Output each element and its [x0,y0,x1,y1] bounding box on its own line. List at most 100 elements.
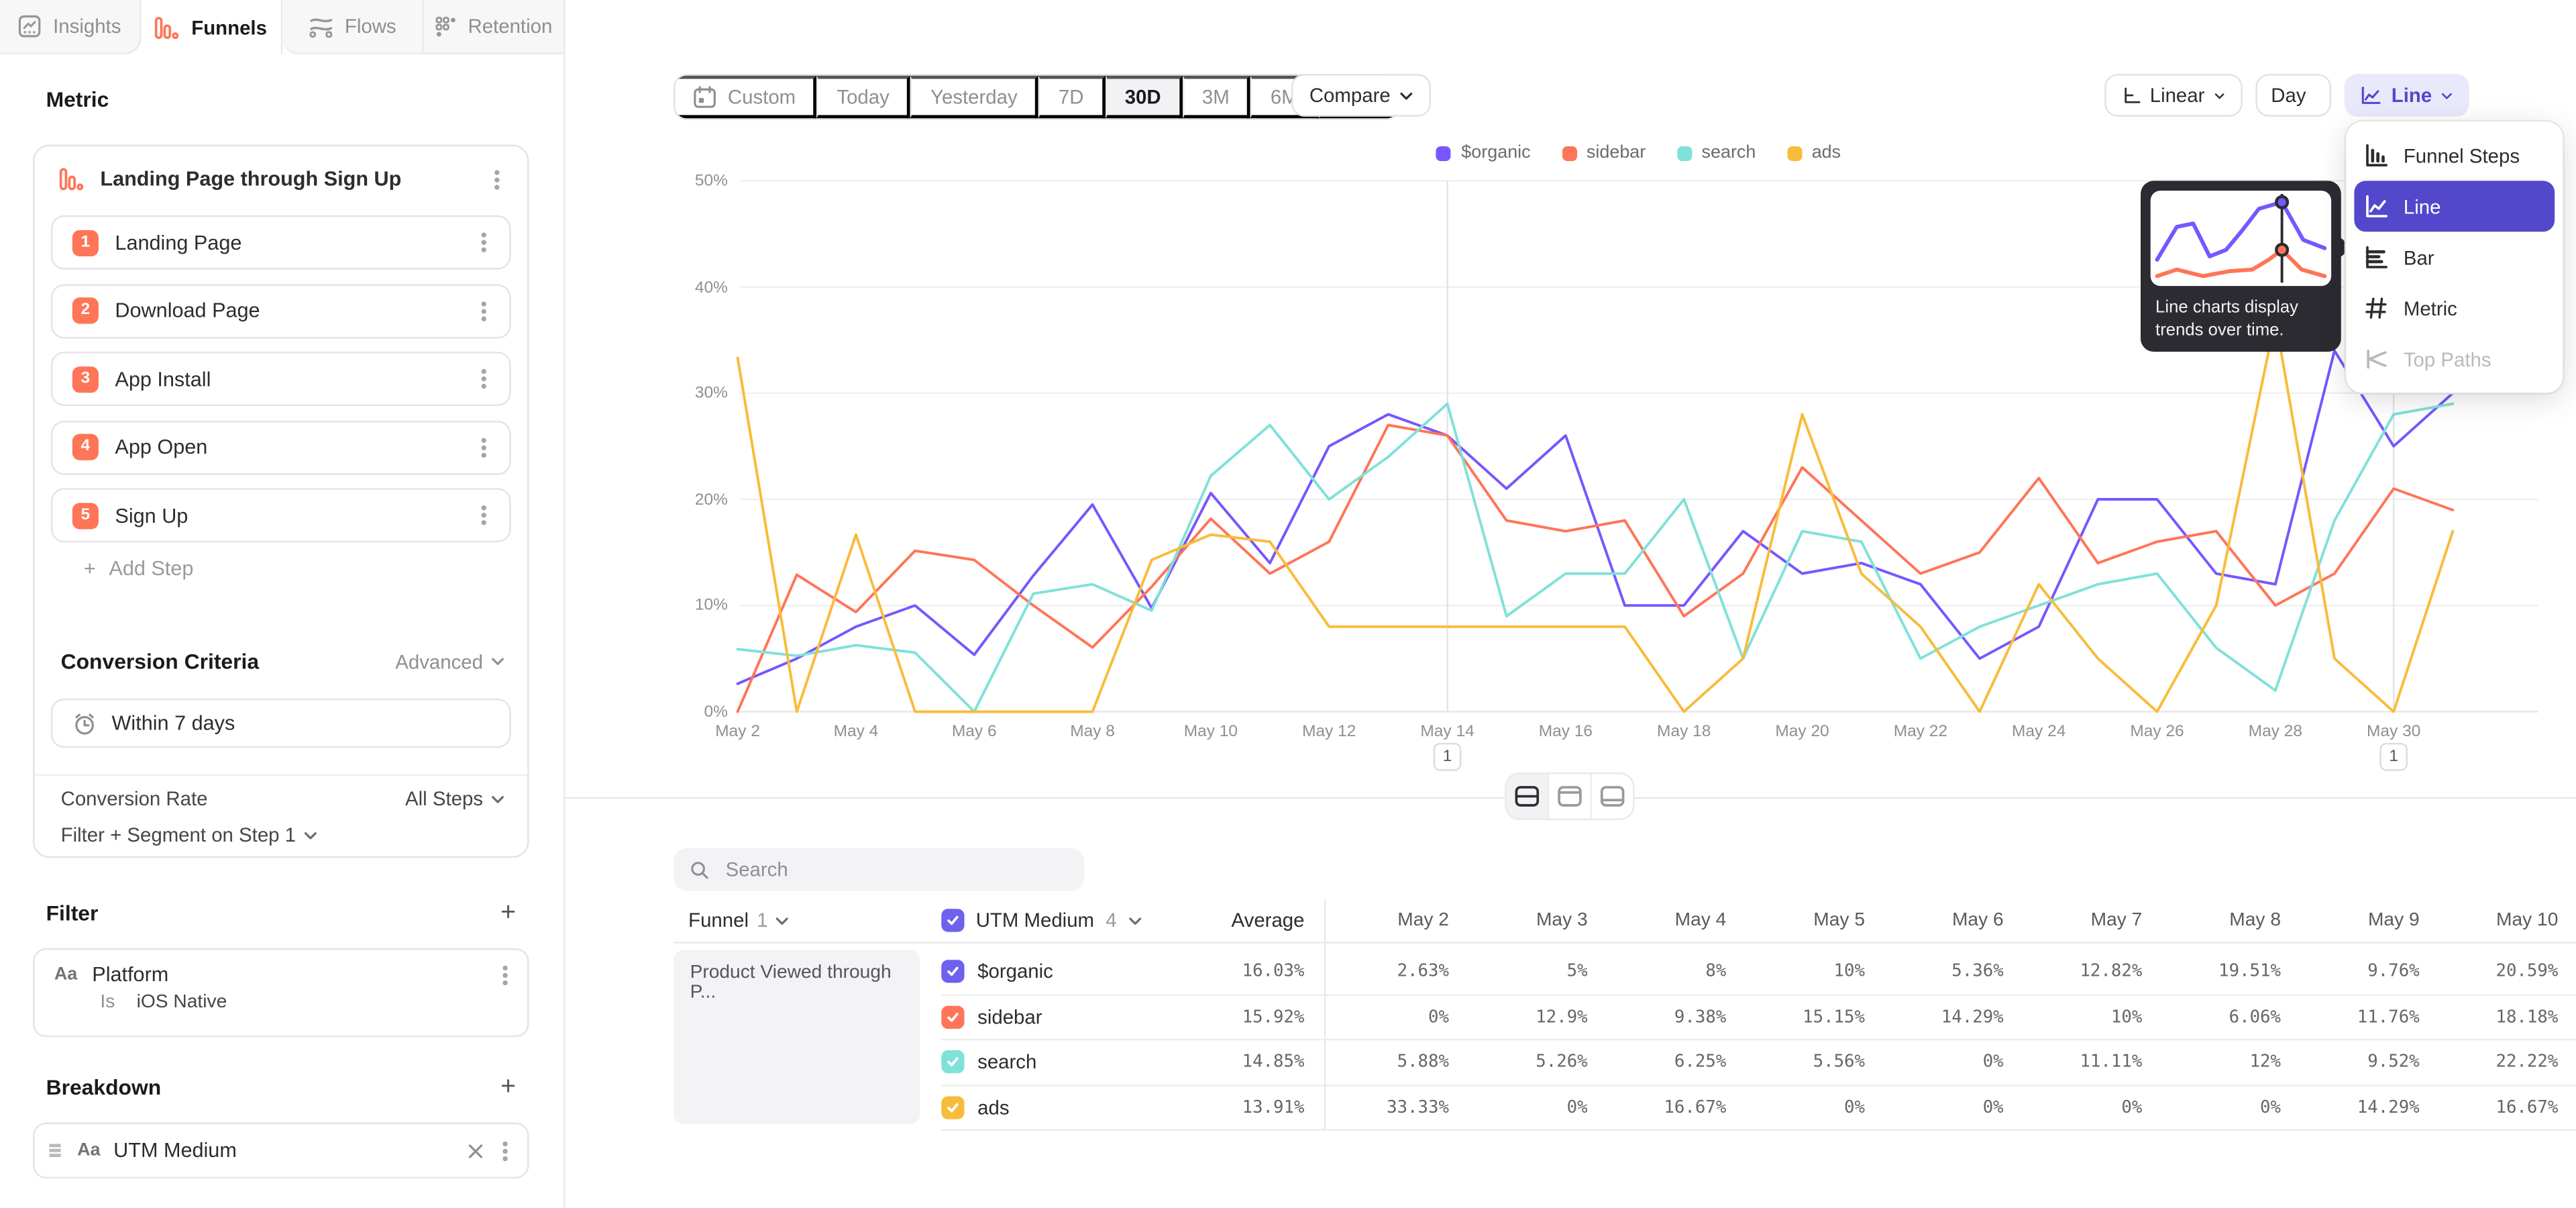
calendar-icon [693,85,716,108]
filter-operator[interactable]: Is [100,993,115,1012]
add-step-button[interactable]: + Add Step [51,546,511,592]
funnel-step-row[interactable]: 1 Landing Page [51,215,511,270]
table-value-cell: 10% [1728,950,1867,994]
table-value-cell: 16.67% [2421,1086,2560,1129]
day-column-header[interactable]: May 8 [2144,899,2283,942]
tab-retention[interactable]: Retention [424,0,566,54]
day-column-header[interactable]: May 6 [1866,899,2005,942]
granularity-dropdown[interactable]: Day [2255,74,2331,117]
legend-item[interactable]: sidebar [1562,143,1646,162]
split-view-toggle[interactable] [1507,774,1548,818]
kebab-menu-icon[interactable] [482,444,486,449]
x-axis-tick: May 8 [1070,723,1115,742]
step-label: App Open [115,436,458,458]
legend-swatch [1562,146,1576,160]
kebab-menu-icon[interactable] [482,376,486,381]
kebab-menu-icon[interactable] [502,972,507,977]
kebab-menu-icon[interactable] [502,1148,507,1153]
add-filter-button[interactable]: + [500,901,516,924]
sidebar-divider [564,54,565,1208]
day-column-header[interactable]: May 7 [2005,899,2144,942]
tab-label: Retention [468,15,553,38]
date-range-button[interactable]: Today [817,76,911,119]
funnel-step-row[interactable]: 5 Sign Up [51,488,511,542]
kebab-menu-icon[interactable] [482,513,486,517]
plus-icon: + [84,557,96,580]
conversion-window-label: Within 7 days [112,711,235,734]
conversion-window-button[interactable]: Within 7 days [51,699,511,748]
tab-flows[interactable]: Flows [282,0,424,54]
breakdown-column-dropdown[interactable]: UTM Medium [976,909,1094,932]
add-breakdown-button[interactable]: + [500,1076,516,1099]
chart-only-toggle[interactable] [1548,774,1591,818]
funnel-steps-icon [2363,143,2389,168]
chart-type-dropdown[interactable]: Line [2345,74,2469,117]
day-column-header[interactable]: May 3 [1450,899,1589,942]
menu-item-funnel-steps[interactable]: Funnel Steps [2354,130,2555,181]
funnel-cell[interactable]: Product Viewed through P... [674,950,920,1125]
drag-handle-icon[interactable] [49,1149,60,1152]
compare-button[interactable]: Compare [1291,74,1432,117]
x-axis-tick: May 28 [2249,723,2302,742]
search-input[interactable] [722,856,1068,883]
axis-scale-dropdown[interactable]: Linear [2104,74,2243,117]
annotation-badge[interactable]: 1 [2379,743,2408,771]
annotation-badge[interactable]: 1 [1434,743,1462,771]
remove-breakdown-icon[interactable] [468,1143,483,1158]
day-column-header[interactable]: May 10 [2421,899,2560,942]
date-range-button[interactable]: 3M [1182,76,1250,119]
filter-segment-dropdown[interactable]: Filter + Segment on Step 1 [61,823,317,846]
day-column-header[interactable]: May 5 [1728,899,1867,942]
legend-item[interactable]: $organic [1437,143,1531,162]
day-column-header[interactable]: May 9 [2282,899,2421,942]
breakdown-select-all-checkbox[interactable] [941,909,964,932]
legend-item[interactable]: ads [1787,143,1841,162]
funnel-step-row[interactable]: 3 App Install [51,352,511,406]
header-border [674,941,2576,942]
tab-label: Flows [345,15,396,38]
day-column-header[interactable]: May 2 [1324,899,1451,942]
advanced-dropdown[interactable]: Advanced [395,650,504,673]
filter-card[interactable]: Aa Platform Is iOS Native [33,948,529,1037]
funnel-step-row[interactable]: 4 App Open [51,420,511,474]
date-range-button[interactable]: 7D [1039,76,1106,119]
kebab-menu-icon[interactable] [494,177,499,181]
tab-funnels[interactable]: Funnels [142,0,283,54]
table-value-cell: 22.22% [2421,1040,2560,1084]
all-steps-dropdown[interactable]: All Steps [405,787,504,810]
menu-item-bar[interactable]: Bar [2354,232,2555,283]
row-checkbox[interactable] [941,960,964,983]
card-divider [34,774,527,775]
date-range-button[interactable]: Yesterday [911,76,1039,119]
table-only-toggle[interactable] [1591,774,1633,818]
kebab-menu-icon[interactable] [482,240,486,245]
date-range-button[interactable]: 30D [1105,76,1182,119]
series-line-ads [738,319,2453,711]
breakdown-card[interactable]: Aa UTM Medium [33,1123,529,1178]
funnel-step-row[interactable]: 2 Download Page [51,283,511,338]
breakdown-table: $organic 16.03% 2.63%5%8%10%5.36%12.82%1… [941,950,2576,1131]
row-checkbox[interactable] [941,1051,964,1074]
search-icon [690,859,710,880]
table-value-cell: 12% [2144,1040,2283,1084]
menu-item-line[interactable]: Line [2354,181,2555,232]
date-range-custom-button[interactable]: Custom [676,76,817,119]
kebab-menu-icon[interactable] [482,308,486,313]
average-column-header[interactable]: Average [1232,909,1305,932]
tab-insights[interactable]: Insights [0,0,142,54]
funnel-column-dropdown[interactable]: Funnel 1 [688,899,789,942]
linear-axis-icon [2123,84,2140,107]
x-axis-tick: May 16 [1539,723,1593,742]
funnel-title-row[interactable]: Landing Page through Sign Up [59,161,506,197]
table-value-cell: 20.59% [2421,950,2560,994]
table-value-cell: 8% [1589,950,1728,994]
chevron-down-icon [2214,91,2224,99]
filter-value[interactable]: iOS Native [137,993,227,1012]
chart-type-tooltip: Line charts display trends over time. [2141,181,2341,352]
row-checkbox[interactable] [941,1005,964,1028]
legend-swatch [1787,146,1802,160]
menu-item-metric[interactable]: Metric [2354,283,2555,334]
day-column-header[interactable]: May 4 [1589,899,1728,942]
legend-item[interactable]: search [1677,143,1756,162]
row-checkbox[interactable] [941,1096,964,1119]
